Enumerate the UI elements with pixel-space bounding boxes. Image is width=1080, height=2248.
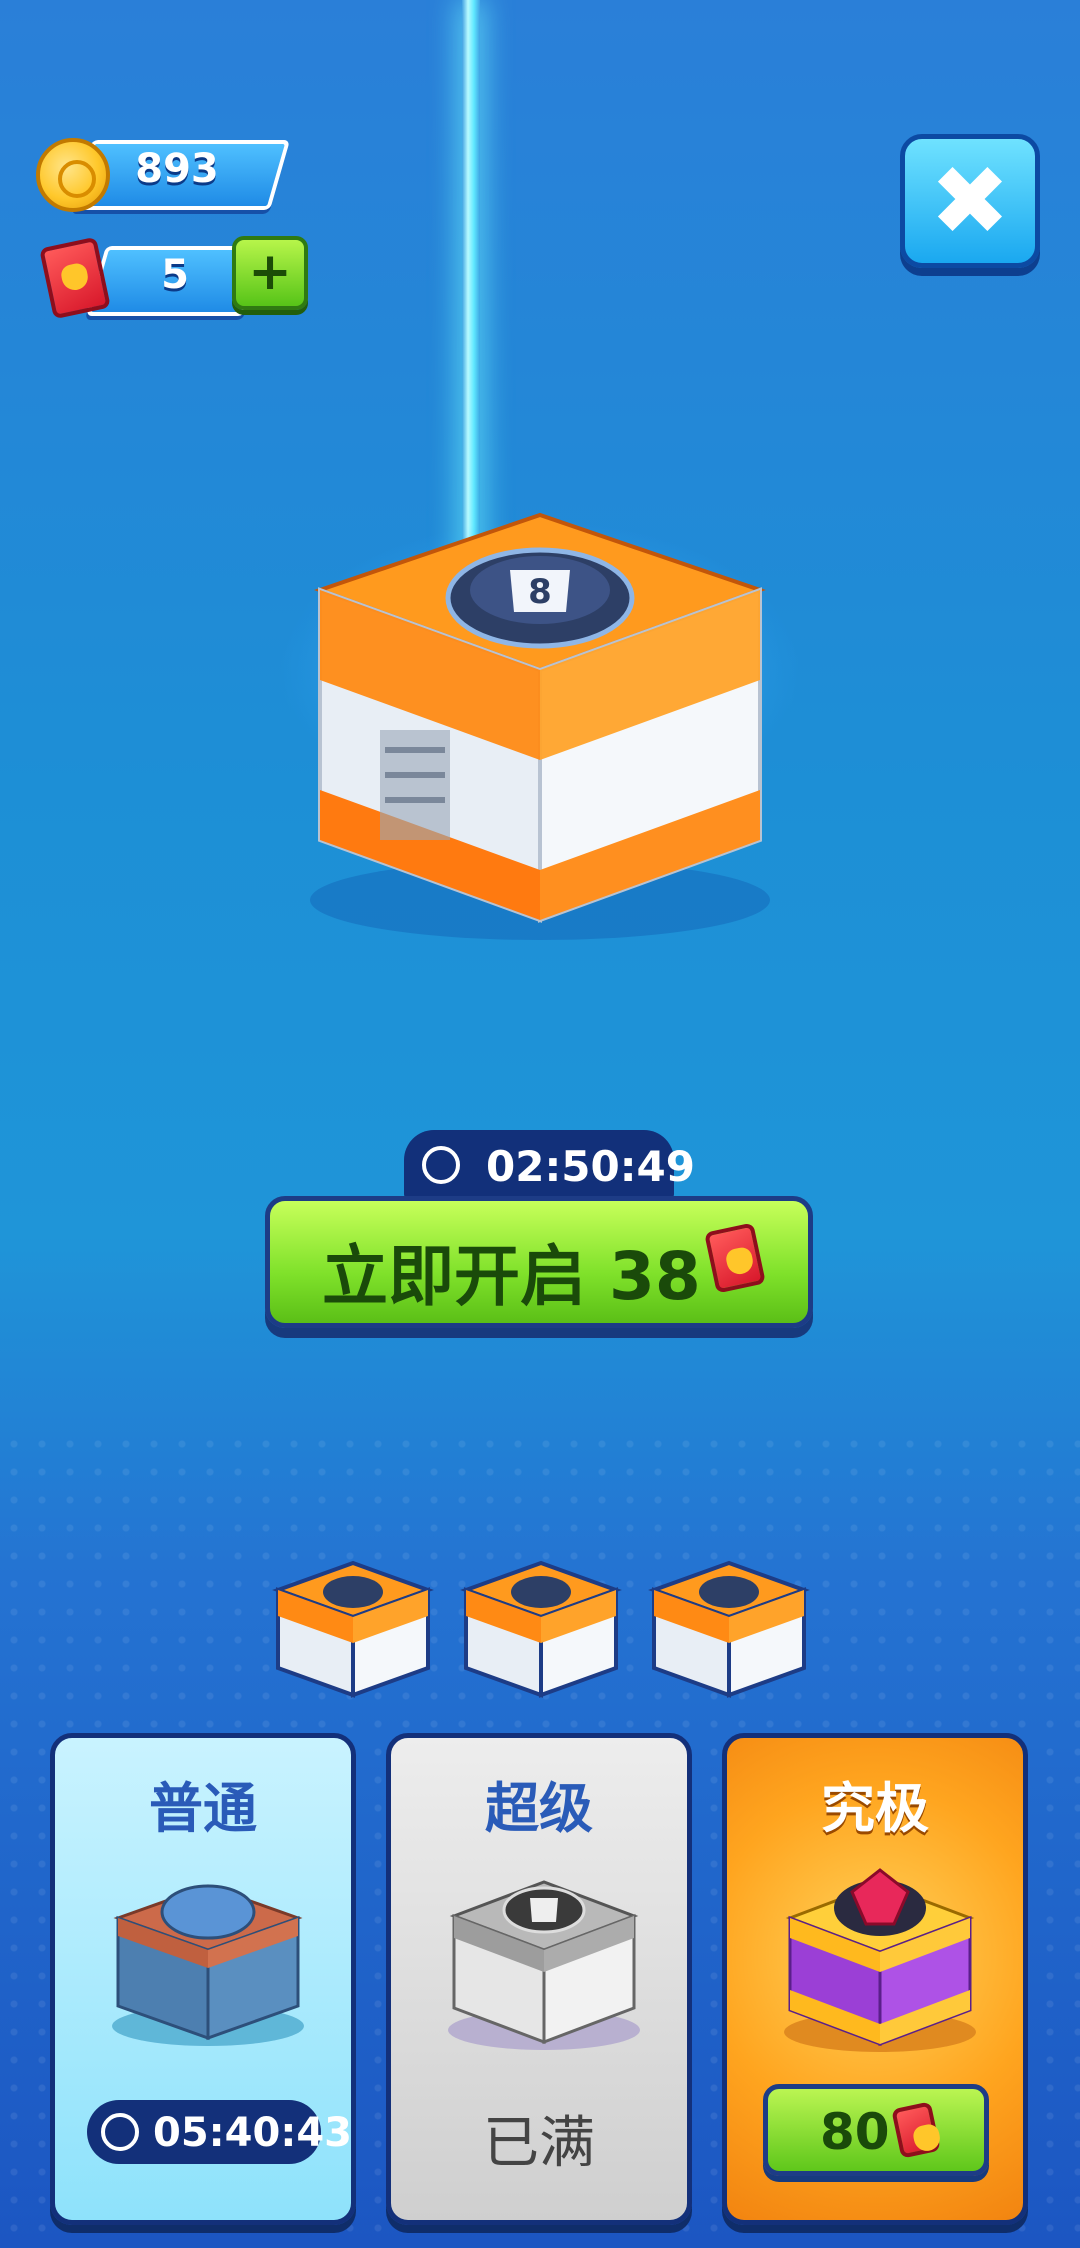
ultimate-chest-buy-button[interactable]: 80 [763, 2084, 989, 2176]
unlock-timer: 02:50:49 [404, 1130, 695, 1200]
super-chest-image [448, 1880, 640, 2050]
unlock-timer-value: 02:50:49 [486, 1142, 695, 1191]
normal-chest-card[interactable]: 普通 05:40:43 [50, 1733, 356, 2225]
ultimate-chest-card[interactable]: 究极 80 [722, 1733, 1028, 2225]
open-now-cost: 38 [608, 1238, 701, 1315]
ultimate-chest-image [784, 1868, 976, 2052]
card-icon [39, 236, 111, 320]
clock-icon [101, 2113, 139, 2151]
card-icon [704, 1222, 766, 1294]
normal-chest-timer: 05:40:43 [87, 2100, 352, 2164]
super-chest-status: 已满 [483, 2111, 595, 2176]
normal-chest-image [112, 1884, 304, 2046]
open-now-button[interactable]: 立即开启 38 [265, 1196, 813, 1328]
coin-icon [36, 138, 110, 212]
add-cards-button[interactable]: + [232, 236, 308, 310]
main-chest[interactable]: 8 [270, 420, 810, 960]
queued-chest[interactable] [268, 1535, 438, 1705]
ultimate-chest-cost: 80 [820, 2103, 890, 2161]
clock-icon [422, 1146, 460, 1184]
close-button[interactable]: ✖ [900, 134, 1040, 268]
super-chest-title: 超级 [485, 1777, 593, 1840]
queued-chest[interactable] [456, 1535, 626, 1705]
normal-chest-timer-value: 05:40:43 [153, 2110, 352, 2156]
card-count: 5 [161, 252, 189, 298]
super-chest-card[interactable]: 超级 已满 [386, 1733, 692, 2225]
close-icon: ✖ [929, 145, 1011, 257]
normal-chest-title: 普通 [149, 1777, 257, 1840]
open-now-label: 立即开启 [322, 1238, 586, 1315]
queued-chest[interactable] [644, 1535, 814, 1705]
card-icon [891, 2101, 941, 2159]
svg-text:8: 8 [528, 572, 552, 612]
coin-count: 893 [135, 146, 219, 192]
